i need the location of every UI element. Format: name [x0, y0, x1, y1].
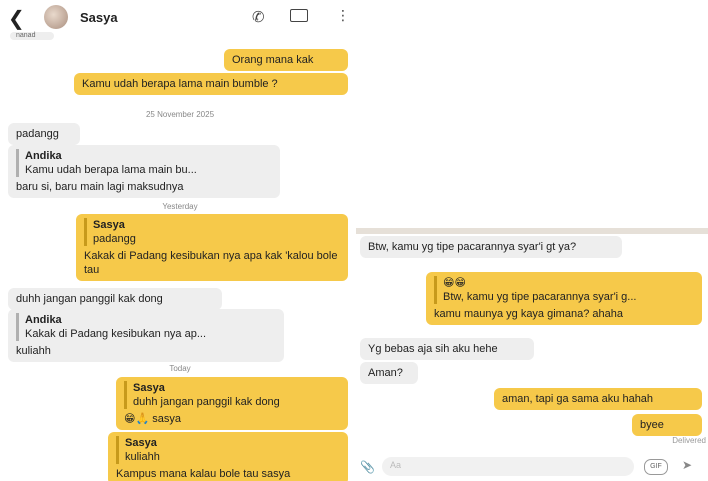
- message-outgoing[interactable]: aman, tapi ga sama aku hahah: [494, 388, 702, 410]
- message-outgoing-reply[interactable]: Sasya padangg Kakak di Padang kesibukan …: [76, 214, 348, 281]
- quoted-message[interactable]: Andika Kamu udah berapa lama main bu...: [16, 149, 272, 177]
- composer: 📎 Aa GIF ➤: [356, 454, 708, 481]
- contact-name[interactable]: Sasya: [80, 10, 118, 25]
- message-outgoing-reply[interactable]: Sasya kuliahh Kampus mana kalau bole tau…: [108, 432, 348, 481]
- quoted-message[interactable]: Sasya kuliahh: [116, 436, 340, 464]
- quoted-message[interactable]: Sasya padangg: [84, 218, 340, 246]
- quoted-message[interactable]: Sasya duhh jangan panggil kak dong: [124, 381, 340, 409]
- gif-button[interactable]: GIF: [644, 459, 668, 475]
- message-incoming[interactable]: duhh jangan panggil kak dong: [8, 288, 222, 310]
- message-incoming[interactable]: padangg: [8, 123, 80, 145]
- avatar[interactable]: [44, 5, 68, 29]
- delivery-status: Delivered: [672, 436, 706, 445]
- chat-screen-right: Btw, kamu yg tipe pacarannya syar'i gt y…: [356, 228, 708, 481]
- send-icon[interactable]: ➤: [682, 458, 692, 472]
- message-input-placeholder: Aa: [390, 460, 402, 470]
- quoted-message[interactable]: Andika Kakak di Padang kesibukan nya ap.…: [16, 313, 276, 341]
- attach-icon[interactable]: 📎: [360, 460, 375, 474]
- message-outgoing[interactable]: Orang mana kak: [224, 49, 348, 71]
- chevron-left-icon[interactable]: ❮: [8, 6, 25, 31]
- message-outgoing[interactable]: byee: [632, 414, 702, 436]
- screen-top-edge: [356, 228, 708, 234]
- message-incoming[interactable]: Btw, kamu yg tipe pacarannya syar'i gt y…: [360, 236, 622, 258]
- message-incoming[interactable]: Yg bebas aja sih aku hehe: [360, 338, 534, 360]
- date-divider: Yesterday: [162, 202, 198, 211]
- chat-header: ❮ Sasya ✆ ⋮: [0, 0, 354, 36]
- message-outgoing-reply[interactable]: Sasya duhh jangan panggil kak dong 😁🙏 sa…: [116, 377, 348, 430]
- chat-screen-left: ❮ Sasya ✆ ⋮ nanad Orang mana kak Kamu ud…: [0, 0, 354, 481]
- date-divider: Today: [169, 364, 191, 373]
- phone-icon[interactable]: ✆: [252, 8, 265, 26]
- quoted-message[interactable]: 😁😁 Btw, kamu yg tipe pacarannya syar'i g…: [434, 276, 694, 304]
- message-outgoing[interactable]: Kamu udah berapa lama main bumble ?: [74, 73, 348, 95]
- partial-message: nanad: [10, 32, 54, 40]
- message-input[interactable]: [382, 457, 634, 476]
- message-incoming-reply[interactable]: Andika Kamu udah berapa lama main bu... …: [8, 145, 280, 198]
- video-icon[interactable]: [290, 9, 308, 22]
- message-outgoing-reply[interactable]: 😁😁 Btw, kamu yg tipe pacarannya syar'i g…: [426, 272, 702, 325]
- date-divider: 25 November 2025: [145, 110, 215, 119]
- message-incoming[interactable]: Aman?: [360, 362, 418, 384]
- more-vertical-icon[interactable]: ⋮: [336, 7, 350, 24]
- message-incoming-reply[interactable]: Andika Kakak di Padang kesibukan nya ap.…: [8, 309, 284, 362]
